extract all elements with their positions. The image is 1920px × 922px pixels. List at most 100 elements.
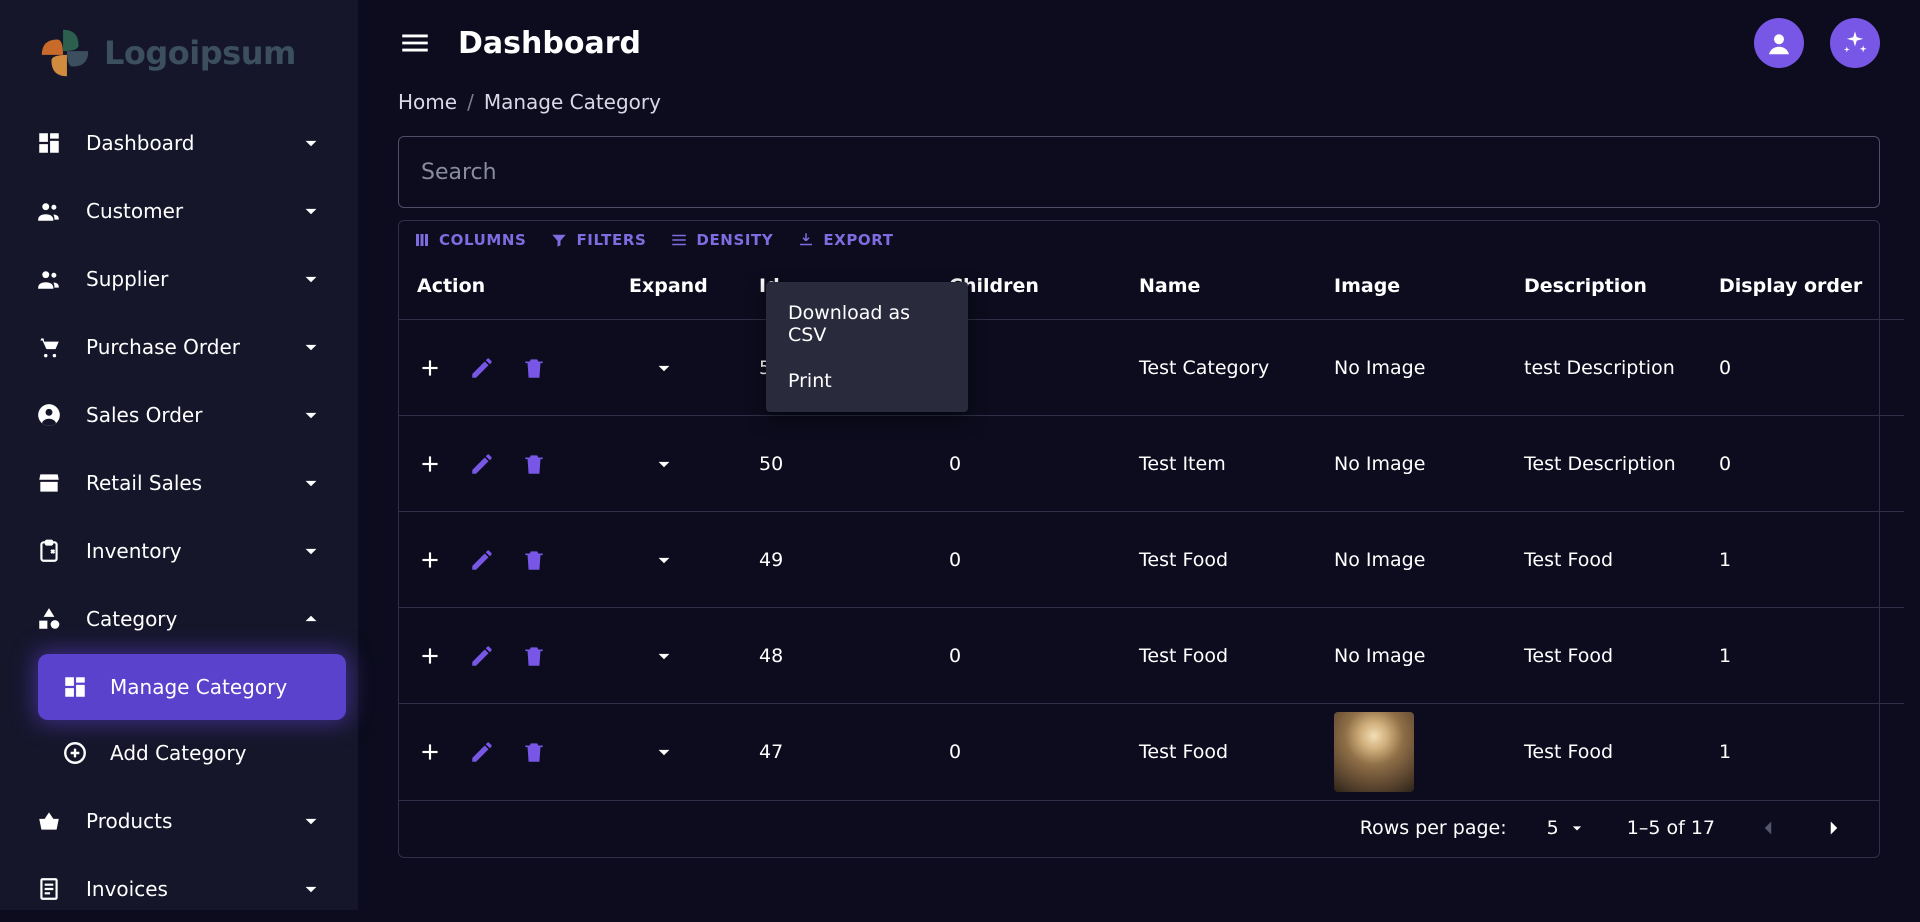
sidebar-item-inventory[interactable]: Inventory: [12, 518, 346, 584]
edit-icon[interactable]: [469, 739, 495, 765]
sidebar-item-sales-order[interactable]: Sales Order: [12, 382, 346, 448]
chevron-down-icon: [1567, 818, 1587, 838]
chevron-down-icon: [298, 198, 324, 224]
col-action[interactable]: Action: [399, 255, 629, 320]
expand-icon[interactable]: [651, 643, 677, 669]
cell-display-order: 1: [1719, 704, 1904, 800]
columns-label: COLUMNS: [439, 231, 526, 249]
sidebar-item-label: Inventory: [86, 539, 276, 563]
expand-icon[interactable]: [651, 355, 677, 381]
table-row[interactable]: 480Test FoodNo ImageTest Food120: [399, 608, 1904, 704]
invoice-icon: [34, 874, 64, 904]
table-row[interactable]: 490Test FoodNo ImageTest Food120: [399, 512, 1904, 608]
sparkle-button[interactable]: [1830, 18, 1880, 68]
table-row[interactable]: 510Test CategoryNo Imagetest Description…: [399, 320, 1904, 416]
delete-icon[interactable]: [521, 643, 547, 669]
cell-image: No Image: [1334, 320, 1524, 416]
prev-page-button[interactable]: [1755, 815, 1781, 841]
columns-button[interactable]: COLUMNS: [413, 231, 526, 249]
expand-icon[interactable]: [651, 451, 677, 477]
breadcrumb-sep: /: [467, 90, 474, 114]
sidebar-item-add-category[interactable]: Add Category: [38, 720, 346, 786]
sidebar-item-label: Add Category: [110, 741, 324, 765]
col-display-order[interactable]: Display order: [1719, 255, 1904, 320]
cell-image: [1334, 704, 1524, 800]
sidebar-item-label: Products: [86, 809, 276, 833]
category-icon: [34, 604, 64, 634]
chevron-down-icon: [298, 538, 324, 564]
row-image-text: No Image: [1334, 357, 1425, 379]
cell-id: 49: [759, 512, 949, 608]
col-expand[interactable]: Expand: [629, 255, 759, 320]
sidebar-item-label: Invoices: [86, 877, 276, 901]
sidebar-item-customer[interactable]: Customer: [12, 178, 346, 244]
delete-icon[interactable]: [521, 547, 547, 573]
sidebar-item-label: Customer: [86, 199, 276, 223]
export-button[interactable]: EXPORT: [797, 231, 893, 249]
add-icon[interactable]: [417, 547, 443, 573]
sidebar-item-category[interactable]: Category: [12, 586, 346, 652]
delete-icon[interactable]: [521, 451, 547, 477]
chevron-down-icon: [298, 470, 324, 496]
filters-button[interactable]: FILTERS: [550, 231, 646, 249]
density-label: DENSITY: [696, 231, 773, 249]
row-image-text: No Image: [1334, 645, 1425, 667]
cart-icon: [34, 332, 64, 362]
edit-icon[interactable]: [469, 643, 495, 669]
density-button[interactable]: DENSITY: [670, 231, 773, 249]
range-label: 1–5 of 17: [1627, 817, 1715, 839]
table-row[interactable]: 500Test ItemNo ImageTest Description020: [399, 416, 1904, 512]
cell-children: 0: [949, 416, 1139, 512]
account-button[interactable]: [1754, 18, 1804, 68]
sidebar: Logoipsum Dashboard Customer Supplier Pu…: [0, 0, 358, 910]
add-icon[interactable]: [417, 643, 443, 669]
edit-icon[interactable]: [469, 547, 495, 573]
col-image[interactable]: Image: [1334, 255, 1524, 320]
delete-icon[interactable]: [521, 739, 547, 765]
col-name[interactable]: Name: [1139, 255, 1334, 320]
dashboard-icon: [34, 128, 64, 158]
edit-icon[interactable]: [469, 355, 495, 381]
grid-footer: Rows per page: 5 1–5 of 17: [399, 800, 1879, 857]
export-csv-item[interactable]: Download as CSV: [766, 290, 968, 358]
cell-children: 0: [949, 704, 1139, 800]
people-icon: [34, 264, 64, 294]
next-page-button[interactable]: [1821, 815, 1847, 841]
chevron-down-icon: [298, 402, 324, 428]
row-image-text: No Image: [1334, 453, 1425, 475]
sidebar-item-retail-sales[interactable]: Retail Sales: [12, 450, 346, 516]
logo: Logoipsum: [0, 10, 358, 110]
expand-icon[interactable]: [651, 739, 677, 765]
nav-sub: Manage Category Add Category: [38, 654, 346, 786]
add-icon[interactable]: [417, 739, 443, 765]
breadcrumbs: Home / Manage Category: [358, 90, 1920, 122]
add-icon[interactable]: [417, 355, 443, 381]
sidebar-item-invoices[interactable]: Invoices: [12, 856, 346, 922]
cell-name: Test Food: [1139, 512, 1334, 608]
sidebar-item-products[interactable]: Products: [12, 788, 346, 854]
breadcrumb-home[interactable]: Home: [398, 90, 457, 114]
table-row[interactable]: 470Test FoodTest Food120: [399, 704, 1904, 800]
sidebar-item-dashboard[interactable]: Dashboard: [12, 110, 346, 176]
cell-description: Test Description: [1524, 416, 1719, 512]
cell-image: No Image: [1334, 416, 1524, 512]
sidebar-item-supplier[interactable]: Supplier: [12, 246, 346, 312]
col-children[interactable]: Children: [949, 255, 1139, 320]
sidebar-item-label: Dashboard: [86, 131, 276, 155]
expand-icon[interactable]: [651, 547, 677, 573]
search-input[interactable]: [398, 136, 1880, 208]
sidebar-item-purchase-order[interactable]: Purchase Order: [12, 314, 346, 380]
edit-icon[interactable]: [469, 451, 495, 477]
rpp-label: Rows per page:: [1360, 817, 1507, 839]
rpp-select[interactable]: 5: [1547, 817, 1587, 839]
topbar: Dashboard: [358, 0, 1920, 90]
delete-icon[interactable]: [521, 355, 547, 381]
export-print-item[interactable]: Print: [766, 358, 968, 404]
sidebar-item-label: Category: [86, 607, 276, 631]
sidebar-item-manage-category[interactable]: Manage Category: [38, 654, 346, 720]
menu-icon[interactable]: [398, 26, 432, 60]
col-description[interactable]: Description: [1524, 255, 1719, 320]
add-icon[interactable]: [417, 451, 443, 477]
rpp-value: 5: [1547, 817, 1559, 839]
cell-children: 0: [949, 608, 1139, 704]
